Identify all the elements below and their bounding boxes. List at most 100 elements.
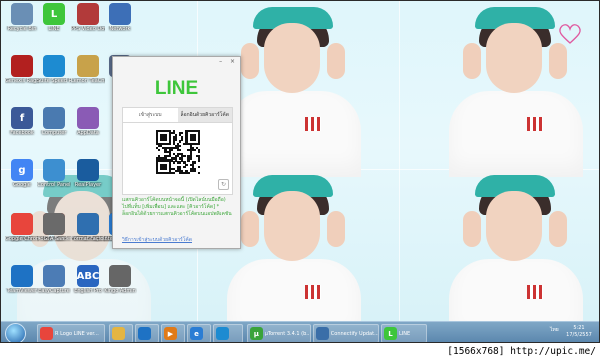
abc-icon: ABC: [77, 265, 99, 287]
watermark-text: [1566x768] http://upic.me/: [447, 346, 596, 357]
easycapture-icon: [43, 265, 65, 287]
desktop-icon-label: Computer: [41, 130, 67, 136]
taskbar-button[interactable]: [109, 324, 133, 342]
desktop-icon-label: Google: [13, 182, 31, 188]
taskbar-button[interactable]: L LINE: [381, 324, 427, 342]
qr-help-link[interactable]: วิธีการเข้าสู่ระบบด้วยคิวอาร์โค้ด: [122, 236, 192, 244]
clock-date: 17/5/2557: [566, 332, 592, 338]
taskbar-button[interactable]: ▶: [161, 324, 185, 342]
desktop-icon-label: Facebook: [10, 130, 34, 136]
line-taskbar-icon: L: [384, 327, 397, 340]
desktop-icon[interactable]: TeamViewer: [5, 265, 39, 294]
system-clock[interactable]: 5:21 17/5/2557: [564, 325, 594, 339]
heart-doodle: [559, 24, 581, 44]
desktop-icon[interactable]: Network: [103, 3, 137, 32]
desktop-icon-label: Recycle Bin: [7, 26, 37, 32]
connectify-icon: [316, 327, 329, 340]
desktop-icon[interactable]: Format Factory: [71, 213, 105, 242]
computer-icon: [43, 107, 65, 129]
taskbar-button[interactable]: [213, 324, 243, 342]
google-icon: g: [11, 159, 33, 181]
desktop-icon[interactable]: Computer: [37, 107, 71, 136]
desktop-icon-label: Control Panel: [37, 182, 71, 188]
desktop-icon-label: Google Chrome: [5, 236, 39, 242]
desktop-icon[interactable]: Control Panel: [37, 159, 71, 188]
ragnarok-icon: [11, 55, 33, 77]
wallpaper-person: [219, 7, 369, 177]
desktop-icon[interactable]: g Google: [5, 159, 39, 188]
screenshot-frame: Recycle BinLLINEPPS Video DownloaderNetw…: [0, 0, 600, 343]
line-login-window[interactable]: – × LINE เข้าสู่ระบบ ล็อกอินด้วยคิวอาร์โ…: [112, 56, 241, 249]
recycle-bin-icon: [11, 3, 33, 25]
taskbar-button[interactable]: R Logo LINE ver...: [37, 324, 105, 342]
desktop-icon-label: AppData: [77, 130, 99, 136]
tab-email-login[interactable]: เข้าสู่ระบบ: [123, 108, 178, 122]
taskbar-button[interactable]: Connectify Updat...: [313, 324, 379, 342]
desktop-icon-label: LINE: [48, 26, 60, 32]
taskbar-button-label: R Logo LINE ver...: [55, 330, 99, 337]
taskbar-button[interactable]: [135, 324, 159, 342]
wallpaper-divider: [399, 1, 400, 321]
start-button[interactable]: [5, 323, 26, 342]
ie-taskbar-icon: e: [190, 327, 203, 340]
desktop-icon-grid: Recycle BinLLINEPPS Video DownloaderNetw…: [3, 3, 137, 315]
control-panel-icon: [43, 159, 65, 181]
login-card: เข้าสู่ระบบ ล็อกอินด้วยคิวอาร์โค้ด ↻: [122, 107, 233, 195]
desktop-icon[interactable]: Lemon TeaChat: [71, 55, 105, 84]
desktop-icon[interactable]: Genexis Ragnarok: [5, 55, 39, 84]
window-controls[interactable]: – ×: [219, 58, 238, 65]
appdata-icon: [77, 107, 99, 129]
qr-instructions: แสกนคิวอาร์โค้ดบนหน้าจอนี้ (เปิดไลน์บนมื…: [122, 197, 232, 217]
desktop-icon[interactable]: Suite Speed Repeat: [37, 55, 71, 84]
speed-icon: [43, 55, 65, 77]
desktop-icon[interactable]: Recycle Bin: [5, 3, 39, 32]
taskbar-button-label: µTorrent 3.4.1 (b...: [264, 330, 310, 337]
desktop-icon[interactable]: RealPlayer: [71, 159, 105, 188]
desktop-icon[interactable]: Kingo Admin: [103, 265, 137, 294]
desktop-icon-label: Genexis Ragnarok: [5, 78, 39, 84]
format-factory-icon: [77, 213, 99, 235]
desktop-icon[interactable]: f Facebook: [5, 107, 39, 136]
tab-qr-login[interactable]: ล็อกอินด้วยคิวอาร์โค้ด: [177, 108, 232, 122]
desktop-icon-label: Suite Speed Repeat: [37, 78, 71, 84]
desktop-icon-label: Kingo Admin: [104, 288, 136, 294]
desktop-icon-label: Lemon TeaChat: [71, 78, 105, 84]
desktop-icon-label: PPS Video Downloader: [71, 26, 105, 32]
clock-time: 5:21: [573, 325, 585, 331]
taskbar-button[interactable]: µ µTorrent 3.4.1 (b...: [247, 324, 311, 342]
taskbar-button[interactable]: e: [187, 324, 211, 342]
desktop-icon[interactable]: EasyCapture: [37, 265, 71, 294]
realplayer-icon: [77, 159, 99, 181]
desktop-icon[interactable]: GTA San: [37, 213, 71, 242]
line-logo: LINE: [154, 78, 199, 99]
desktop-icon-label: Format Factory: [71, 236, 105, 242]
taskbar: R Logo LINE ver... ▶ e µ µTorrent 3.4.1 (b..…: [1, 321, 599, 342]
desktop-icon-label: English Pro: [74, 288, 102, 294]
taskbar-button-label: Connectify Updat...: [330, 330, 378, 337]
login-tabs: เข้าสู่ระบบ ล็อกอินด้วยคิวอาร์โค้ด: [123, 108, 232, 123]
desktop-icon[interactable]: Google Chrome: [5, 213, 39, 242]
desktop-icon[interactable]: ABC English Pro: [71, 265, 105, 294]
utorrent-taskbar-icon: µ: [250, 327, 263, 340]
chrome-tab-icon: [40, 327, 53, 340]
speed-taskbar-icon: [216, 327, 229, 340]
lemon-icon: [77, 55, 99, 77]
chrome-icon: [11, 213, 33, 235]
desktop-icon-label: TeamViewer: [6, 288, 38, 294]
desktop-icon[interactable]: L LINE: [37, 3, 71, 32]
desktop-icon-label: EasyCapture: [38, 288, 70, 294]
gta-icon: [43, 213, 65, 235]
desktop-icon[interactable]: AppData: [71, 107, 105, 136]
pps-icon: [77, 3, 99, 25]
refresh-icon[interactable]: ↻: [218, 179, 229, 190]
line-app-icon: L: [43, 3, 65, 25]
facebook-icon: f: [11, 107, 33, 129]
desktop-icon-label: GTA San: [43, 236, 65, 242]
kingo-icon: [109, 265, 131, 287]
network-icon: [109, 3, 131, 25]
explorer-icon: [112, 327, 125, 340]
desktop-icon[interactable]: PPS Video Downloader: [71, 3, 105, 32]
wallpaper-person: [441, 175, 591, 342]
teamviewer-icon: [11, 265, 33, 287]
language-indicator[interactable]: ไทย: [550, 326, 559, 334]
